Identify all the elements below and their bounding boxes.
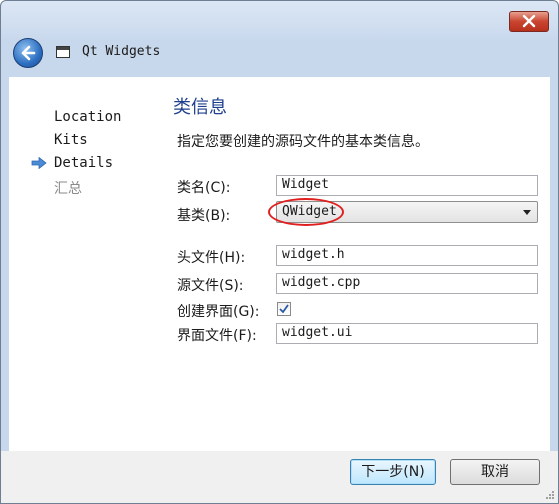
resize-grip-icon[interactable] [545,490,555,500]
cancel-button[interactable]: 取消 [450,459,540,485]
back-button[interactable] [13,38,43,68]
source-file-input[interactable]: widget.cpp [276,273,538,294]
window-app-icon [56,46,70,58]
checkmark-icon [279,304,289,314]
sidebar-item-kits[interactable]: Kits [54,132,88,148]
header-file-label: 头文件(H): [177,250,246,266]
close-button[interactable] [509,11,549,32]
generate-form-checkbox[interactable] [277,302,291,316]
current-step-arrow-icon [31,157,47,169]
sidebar-item-location[interactable]: Location [54,109,121,125]
window-title: Qt Widgets [82,44,161,59]
class-name-input[interactable]: Widget [276,175,538,196]
wizard-window: Qt Widgets Location Kits Details 汇总 类信息 … [0,0,559,504]
chevron-down-icon [523,210,531,215]
wizard-content: Location Kits Details 汇总 类信息 指定您要创建的源码文件… [9,77,550,451]
sidebar-item-summary[interactable]: 汇总 [54,178,82,198]
annotation-circle [268,198,344,226]
form-file-input[interactable]: widget.ui [276,323,538,344]
class-name-label: 类名(C): [177,180,231,196]
header-file-input[interactable]: widget.h [276,245,538,266]
close-icon [522,15,536,28]
base-class-label: 基类(B): [177,208,231,224]
next-button[interactable]: 下一步(N) [350,459,436,485]
back-arrow-icon [21,45,36,61]
page-subtitle: 指定您要创建的源码文件的基本类信息。 [177,134,429,150]
source-file-label: 源文件(S): [177,278,244,294]
generate-form-label: 创建界面(G): [177,304,260,320]
sidebar-item-details[interactable]: Details [54,155,113,171]
form-file-label: 界面文件(F): [177,328,257,344]
page-title: 类信息 [173,97,227,118]
